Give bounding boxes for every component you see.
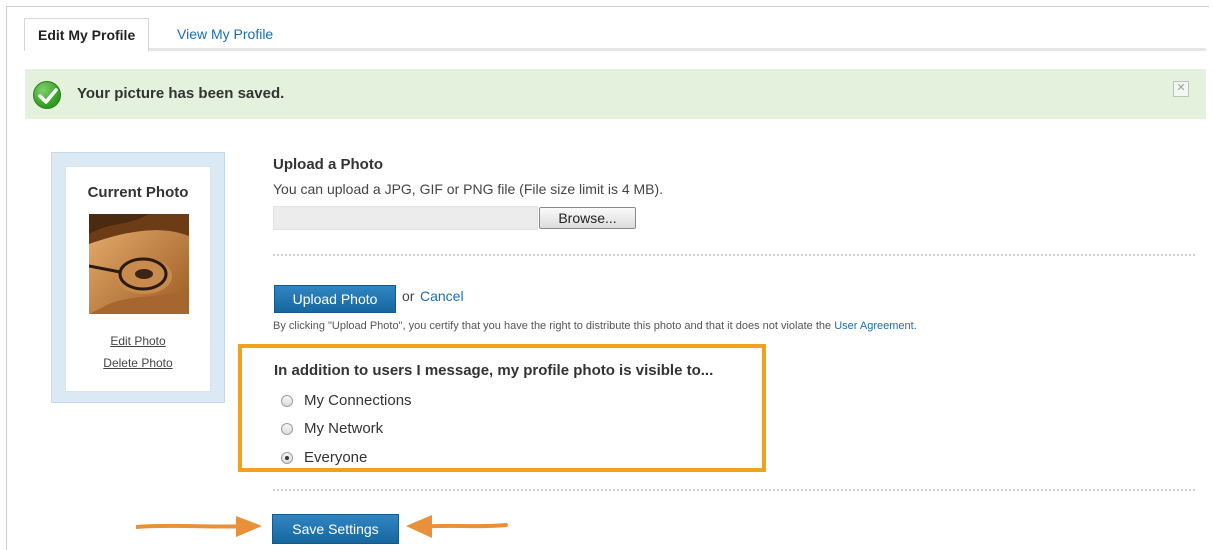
cancel-link[interactable]: Cancel xyxy=(420,288,464,304)
upload-description: You can upload a JPG, GIF or PNG file (F… xyxy=(273,181,664,197)
upload-photo-button[interactable]: Upload Photo xyxy=(274,285,396,313)
success-banner: Your picture has been saved. ✕ xyxy=(25,69,1206,119)
radio-label[interactable]: My Connections xyxy=(304,392,412,409)
radio-button-selected[interactable] xyxy=(281,452,293,464)
upload-title: Upload a Photo xyxy=(273,156,383,173)
legal-text: By clicking "Upload Photo", you certify … xyxy=(273,320,832,332)
user-agreement-link[interactable]: User Agreement xyxy=(834,320,913,332)
arrow-right-icon xyxy=(136,516,262,537)
radio-button[interactable] xyxy=(281,395,293,407)
current-photo-card: Current Photo Edit Photo Delete Photo xyxy=(65,166,211,392)
save-settings-button[interactable]: Save Settings xyxy=(272,514,399,544)
photo-visibility-box: In addition to users I message, my profi… xyxy=(238,344,766,472)
success-message: Your picture has been saved. xyxy=(77,85,285,102)
legal-end: . xyxy=(913,320,917,332)
divider xyxy=(273,254,1195,256)
radio-label[interactable]: My Network xyxy=(304,420,383,437)
legal-notice: By clicking "Upload Photo", you certify … xyxy=(273,320,917,332)
browse-button[interactable]: Browse... xyxy=(539,207,636,229)
radio-button[interactable] xyxy=(281,423,293,435)
check-circle-icon xyxy=(33,81,61,109)
profile-photo xyxy=(89,214,189,314)
delete-photo-link[interactable]: Delete Photo xyxy=(66,356,210,370)
arrow-left-icon xyxy=(406,515,508,538)
current-photo-panel: Current Photo Edit Photo Delete Photo xyxy=(51,152,225,403)
divider xyxy=(273,489,1195,491)
edit-photo-link[interactable]: Edit Photo xyxy=(66,334,210,348)
file-path-input[interactable] xyxy=(273,206,538,230)
radio-label[interactable]: Everyone xyxy=(304,449,367,466)
tab-edit-my-profile[interactable]: Edit My Profile xyxy=(24,18,150,54)
visibility-title: In addition to users I message, my profi… xyxy=(274,362,714,379)
current-photo-title: Current Photo xyxy=(87,184,189,201)
close-icon[interactable]: ✕ xyxy=(1173,81,1189,97)
tab-view-my-profile[interactable]: View My Profile xyxy=(177,18,273,51)
profile-tabs: Edit My Profile View My Profile xyxy=(24,18,1206,54)
or-text: or xyxy=(402,288,415,304)
